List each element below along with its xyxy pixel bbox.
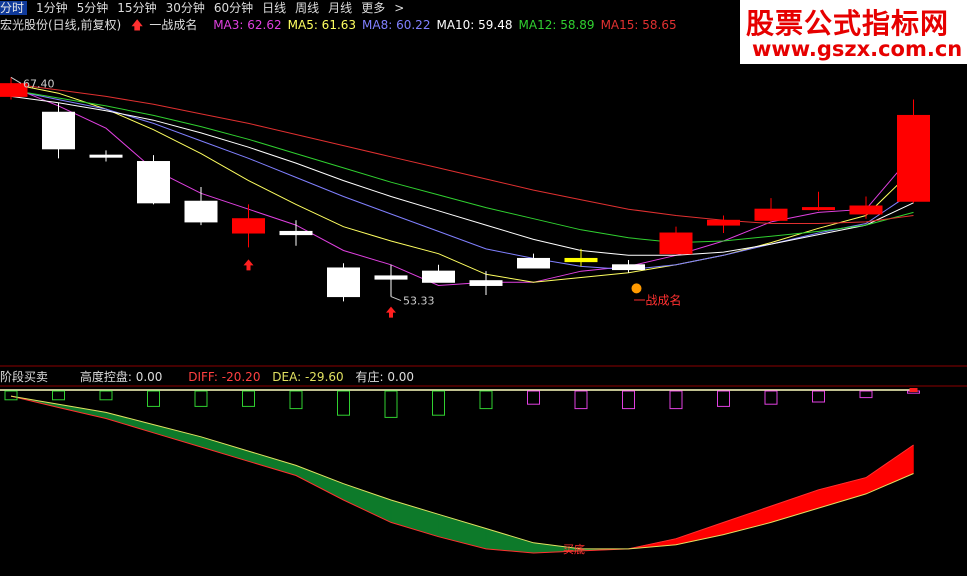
candle-body-10 bbox=[469, 280, 503, 286]
low-marker-line bbox=[390, 296, 402, 302]
band-segment-17 bbox=[818, 477, 867, 509]
stick-bar-16 bbox=[764, 390, 778, 405]
watermark-logo: 股票公式指标网 www.gszx.com.cn bbox=[740, 0, 967, 64]
stick-bar-3 bbox=[147, 390, 160, 407]
candle-body-3 bbox=[137, 161, 170, 204]
youzhuang-value: 0.00 bbox=[387, 370, 415, 384]
candle-body-17 bbox=[802, 207, 835, 211]
stick-bar-13 bbox=[622, 390, 635, 410]
stick-bar-18 bbox=[859, 390, 873, 399]
signal-annotation: 一战成名 bbox=[634, 292, 682, 307]
period-tab-4[interactable]: 30分钟 bbox=[166, 1, 205, 15]
stick-bar-5 bbox=[242, 390, 255, 407]
chart-canvas: 67.40 53.33 一战成名 买底 bbox=[0, 76, 967, 556]
ma-legend-item-2: MA8: 60.22 bbox=[362, 18, 431, 32]
band-segment-3 bbox=[153, 424, 202, 448]
period-tab-7[interactable]: 周线 bbox=[295, 1, 319, 15]
candle-body-12 bbox=[564, 257, 598, 263]
diff-label: DIFF: bbox=[188, 370, 222, 384]
stick-bar-2 bbox=[99, 390, 113, 401]
indicator-panel: 买底 bbox=[0, 388, 920, 556]
candle-body-9 bbox=[422, 270, 455, 283]
period-toolbar: 分时 1分钟 5分钟 15分钟 30分钟 60分钟 日线 周线 月线 更多 > bbox=[0, 0, 740, 16]
candle-body-7 bbox=[327, 267, 360, 298]
period-tab-10[interactable]: > bbox=[394, 1, 404, 15]
ma-legend-item-4: MA12: 58.89 bbox=[518, 18, 595, 32]
candle-body-4 bbox=[184, 200, 218, 223]
high-marker-line bbox=[10, 76, 22, 84]
band-segment-16 bbox=[770, 489, 819, 523]
last-bar-marker bbox=[909, 388, 918, 392]
buy-bottom-annotation: 买底 bbox=[563, 542, 585, 556]
period-tab-5[interactable]: 60分钟 bbox=[214, 1, 253, 15]
stick-bar-8 bbox=[384, 390, 398, 418]
signal-dot-icon bbox=[631, 283, 642, 294]
up-arrow-icon: 🡅 bbox=[131, 18, 144, 32]
candle-body-13 bbox=[612, 264, 645, 271]
high-annotation: 67.40 bbox=[23, 77, 55, 90]
stick-bar-9 bbox=[432, 390, 445, 416]
stock-title[interactable]: 宏光股份(日线,前复权) bbox=[0, 18, 121, 32]
candle-body-2 bbox=[89, 154, 123, 158]
candle-body-15 bbox=[707, 219, 740, 226]
stick-bar-10 bbox=[479, 390, 493, 410]
diff-value: -20.20 bbox=[221, 370, 261, 384]
stick-bar-1 bbox=[52, 390, 65, 401]
section-title[interactable]: 阶段买卖 bbox=[0, 370, 48, 384]
band-segment-6 bbox=[295, 464, 344, 501]
up-arrow-icon-0 bbox=[243, 259, 254, 271]
band-segment-8 bbox=[390, 499, 439, 537]
up-arrow-icon-1 bbox=[386, 306, 396, 318]
ma-items: MA3: 62.62 MA5: 61.63 MA8: 60.22 MA10: 59.4… bbox=[213, 18, 682, 32]
period-tab-3[interactable]: 15分钟 bbox=[117, 1, 156, 15]
period-tab-0[interactable]: 分时 bbox=[0, 1, 28, 15]
stick-bar-17 bbox=[812, 390, 825, 403]
period-tab-6[interactable]: 日线 bbox=[262, 1, 286, 15]
period-tab-1[interactable]: 1分钟 bbox=[36, 1, 68, 15]
gaodu-value: 0.00 bbox=[135, 370, 163, 384]
ma-legend-item-0: MA3: 62.62 bbox=[213, 18, 282, 32]
watermark-title: 股票公式指标网 bbox=[746, 7, 950, 40]
candle-body-14 bbox=[659, 232, 693, 255]
candle-body-18 bbox=[849, 205, 883, 215]
band-segment-18 bbox=[865, 444, 914, 495]
candle-body-16 bbox=[754, 208, 788, 221]
candle-body-11 bbox=[517, 257, 550, 269]
stick-bar-11 bbox=[527, 390, 540, 405]
stick-bar-0 bbox=[4, 390, 18, 401]
gaodu-label: 高度控盘: bbox=[79, 370, 136, 384]
band-segment-14 bbox=[675, 522, 724, 546]
candle-body-5 bbox=[232, 218, 265, 234]
dea-value: -29.60 bbox=[304, 370, 344, 384]
ma-legend-item-5: MA15: 58.65 bbox=[600, 18, 677, 32]
signal-legend-label: 一战成名 bbox=[149, 18, 198, 32]
stick-bar-14 bbox=[669, 390, 683, 410]
period-tab-2[interactable]: 5分钟 bbox=[77, 1, 109, 15]
stick-bar-15 bbox=[717, 390, 730, 407]
band-segment-9 bbox=[438, 513, 487, 550]
candle-body-19 bbox=[897, 114, 930, 202]
candlestick-panel: 67.40 53.33 一战成名 bbox=[0, 76, 967, 387]
signal-legend: 🡅 一战成名 bbox=[131, 18, 207, 32]
watermark-url: www.gszx.com.cn bbox=[752, 37, 963, 61]
stick-bar-12 bbox=[574, 390, 588, 410]
stick-bar-7 bbox=[337, 390, 350, 416]
candle-body-1 bbox=[42, 111, 75, 150]
youzhuang-label: 有庄: bbox=[355, 370, 388, 384]
ma-legend-item-3: MA10: 59.48 bbox=[436, 18, 513, 32]
candle-body-8 bbox=[374, 275, 408, 280]
indicator-legend: 阶段买卖 高度控盘: 0.00 DIFF: -20.20 DEA: -29.60… bbox=[0, 368, 418, 386]
low-annotation: 53.33 bbox=[403, 295, 435, 308]
dea-label: DEA: bbox=[272, 370, 305, 384]
period-tab-9[interactable]: 更多 bbox=[361, 1, 385, 15]
period-tab-8[interactable]: 月线 bbox=[328, 1, 352, 15]
candle-body-6 bbox=[279, 230, 313, 236]
stick-bar-6 bbox=[289, 390, 303, 410]
stick-bar-4 bbox=[194, 390, 208, 407]
ma-legend: 宏光股份(日线,前复权) 🡅 一战成名 MA3: 62.62 MA5: 61.63 M… bbox=[0, 16, 689, 34]
ma-legend-item-1: MA5: 61.63 bbox=[287, 18, 357, 32]
